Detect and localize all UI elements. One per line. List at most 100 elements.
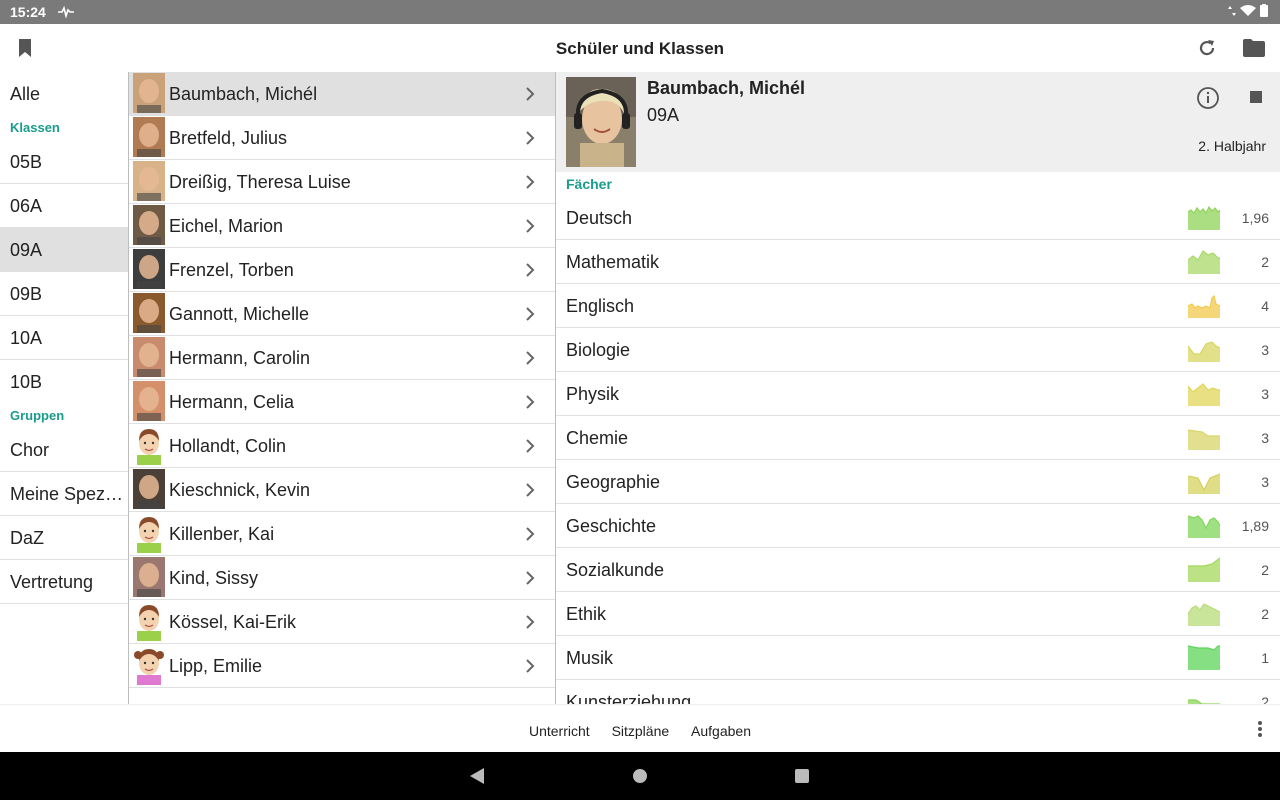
- data-arrows-icon: [1228, 5, 1236, 16]
- class-item-05b[interactable]: 05B: [0, 140, 128, 184]
- grade-sparkline: [1188, 341, 1220, 362]
- subject-name: Geographie: [566, 472, 661, 492]
- stop-icon[interactable]: [1250, 91, 1262, 103]
- grade-sparkline: [1188, 250, 1220, 274]
- subject-row[interactable]: Ethik 2: [556, 592, 1280, 636]
- chevron-right-icon: [525, 350, 535, 371]
- status-bar: 15:24: [0, 0, 1280, 24]
- student-row[interactable]: Baumbach, Michél: [129, 72, 555, 116]
- subject-row[interactable]: Deutsch 1,96: [556, 196, 1280, 240]
- student-row[interactable]: Hermann, Carolin: [129, 336, 555, 380]
- student-row[interactable]: Lipp, Emilie: [129, 644, 555, 688]
- subject-row[interactable]: Chemie 3: [556, 416, 1280, 460]
- student-avatar: [133, 205, 165, 245]
- class-item-06a[interactable]: 06A: [0, 184, 128, 228]
- class-item-09a[interactable]: 09A: [0, 228, 128, 272]
- student-row[interactable]: Kössel, Kai-Erik: [129, 600, 555, 644]
- tab-aufgaben[interactable]: Aufgaben: [691, 723, 751, 739]
- subject-row[interactable]: Geographie 3: [556, 460, 1280, 504]
- student-avatar: [133, 161, 165, 201]
- more-options-icon[interactable]: [1258, 721, 1262, 742]
- student-row[interactable]: Dreißig, Theresa Luise: [129, 160, 555, 204]
- subject-grade: 2: [1261, 254, 1269, 270]
- detail-student-class: 09A: [647, 105, 680, 125]
- halbjahr-label[interactable]: 2. Halbjahr: [1198, 138, 1266, 154]
- subject-row[interactable]: Physik 3: [556, 372, 1280, 416]
- subject-name: Musik: [566, 648, 614, 668]
- group-item-daz[interactable]: DaZ: [0, 516, 128, 560]
- class-item-10b[interactable]: 10B: [0, 360, 128, 404]
- student-row[interactable]: Bretfeld, Julius: [129, 116, 555, 160]
- subject-name: Chemie: [566, 428, 629, 448]
- student-row[interactable]: Kieschnick, Kevin: [129, 468, 555, 512]
- subject-grade: 1,96: [1241, 210, 1269, 226]
- subject-row[interactable]: Englisch 4: [556, 284, 1280, 328]
- student-name: Kind, Sissy: [169, 568, 259, 588]
- class-list: Alle Klassen 05B 06A 09A 09B 10A 10B Gru…: [0, 72, 129, 704]
- detail-header: Baumbach, Michél 09A 2. Halbjahr: [556, 72, 1280, 172]
- grade-sparkline: [1188, 645, 1220, 670]
- bottom-bar: Unterricht Sitzpläne Aufgaben: [0, 704, 1280, 753]
- student-avatar: [133, 557, 165, 597]
- chevron-right-icon: [525, 218, 535, 239]
- subject-row[interactable]: Geschichte 1,89: [556, 504, 1280, 548]
- subject-name: Sozialkunde: [566, 560, 665, 580]
- student-avatar: [133, 601, 165, 641]
- back-icon[interactable]: [469, 768, 485, 789]
- student-name: Kössel, Kai-Erik: [169, 612, 297, 632]
- grade-sparkline: [1188, 429, 1220, 450]
- subject-grade: 2: [1261, 606, 1269, 622]
- subject-row[interactable]: Biologie 3: [556, 328, 1280, 372]
- class-item-09b[interactable]: 09B: [0, 272, 128, 316]
- student-avatar: [133, 337, 165, 377]
- info-icon[interactable]: [1196, 86, 1220, 115]
- subject-row[interactable]: Sozialkunde 2: [556, 548, 1280, 592]
- student-photo: [566, 77, 636, 167]
- student-name: Lipp, Emilie: [169, 656, 263, 676]
- page-title: Schüler und Klassen: [555, 39, 725, 58]
- chevron-right-icon: [525, 262, 535, 283]
- subject-row[interactable]: Mathematik 2: [556, 240, 1280, 284]
- class-item-10a[interactable]: 10A: [0, 316, 128, 360]
- folder-icon[interactable]: [1242, 36, 1266, 60]
- battery-icon: [1260, 4, 1268, 17]
- class-item-alle[interactable]: Alle: [0, 72, 128, 116]
- subject-grade: 3: [1261, 386, 1269, 402]
- student-row[interactable]: Kind, Sissy: [129, 556, 555, 600]
- student-name: Hollandt, Colin: [169, 436, 287, 456]
- student-row[interactable]: Hermann, Celia: [129, 380, 555, 424]
- student-avatar: [133, 381, 165, 421]
- group-item-chor[interactable]: Chor: [0, 428, 128, 472]
- subject-grade: 1: [1261, 650, 1269, 666]
- group-item-meine-spez[interactable]: Meine Spez…: [0, 472, 128, 516]
- system-nav-bar: [0, 752, 1280, 800]
- group-item-vertretung[interactable]: Vertretung: [0, 560, 128, 604]
- subject-row[interactable]: Kunsterziehung 2: [556, 680, 1280, 704]
- student-name: Killenber, Kai: [169, 524, 275, 544]
- student-row[interactable]: Frenzel, Torben: [129, 248, 555, 292]
- subject-list: Deutsch 1,96 Mathematik 2 Englisch 4 Bio…: [556, 196, 1280, 704]
- tab-unterricht[interactable]: Unterricht: [529, 723, 590, 739]
- student-row[interactable]: Killenber, Kai: [129, 512, 555, 556]
- student-row[interactable]: Eichel, Marion: [129, 204, 555, 248]
- grade-sparkline: [1188, 473, 1220, 494]
- chevron-right-icon: [525, 658, 535, 679]
- home-icon[interactable]: [632, 768, 648, 789]
- subject-name: Ethik: [566, 604, 607, 624]
- subject-row[interactable]: Musik 1: [556, 636, 1280, 680]
- section-header-gruppen: Gruppen: [10, 408, 65, 423]
- student-row[interactable]: Gannott, Michelle: [129, 292, 555, 336]
- grade-sparkline: [1188, 205, 1220, 230]
- subject-grade: 4: [1261, 298, 1269, 314]
- section-header-klassen: Klassen: [10, 120, 60, 135]
- chevron-right-icon: [525, 86, 535, 107]
- recents-icon[interactable]: [794, 768, 810, 789]
- subject-grade: 2: [1261, 562, 1269, 578]
- student-name: Eichel, Marion: [169, 216, 284, 236]
- student-row[interactable]: Hollandt, Colin: [129, 424, 555, 468]
- subject-grade: 1,89: [1241, 518, 1269, 534]
- subject-name: Geschichte: [566, 516, 657, 536]
- refresh-icon[interactable]: [1195, 36, 1219, 60]
- subject-grade: 3: [1261, 474, 1269, 490]
- tab-sitzplaene[interactable]: Sitzpläne: [612, 723, 670, 739]
